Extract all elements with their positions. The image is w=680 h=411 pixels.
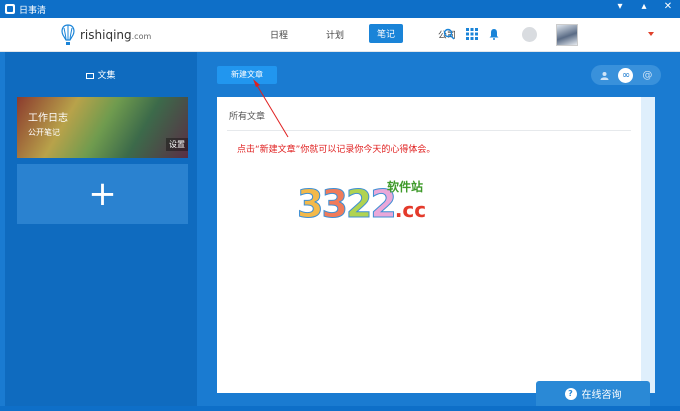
- chevron-down-icon[interactable]: [648, 32, 654, 36]
- balloon-logo-icon: [61, 24, 75, 45]
- window-controls: ▾ ▴ ✕: [614, 1, 674, 12]
- apps-grid-icon[interactable]: [466, 28, 478, 40]
- notebook-visibility: 公开笔记: [28, 128, 60, 137]
- bell-icon[interactable]: [488, 28, 500, 40]
- sidebar-header-label: 文集: [97, 71, 116, 81]
- search-icon[interactable]: [443, 28, 455, 40]
- help-icon: ?: [564, 387, 577, 400]
- app-icon: [5, 4, 15, 14]
- top-navigation: rishiqing.com 日程 计划 笔记 公司: [0, 18, 680, 52]
- nav-link-notes[interactable]: 笔记: [369, 24, 404, 43]
- bottom-bar: [0, 406, 680, 411]
- title-bar: 日事清 ▾ ▴ ✕: [0, 0, 680, 18]
- watermark-digit: 3: [321, 182, 349, 227]
- brand-name: rishiqing.com: [80, 28, 151, 42]
- watermark: 3322.cc 软件站: [296, 180, 427, 227]
- window-title: 日事清: [19, 5, 47, 16]
- plus-icon: +: [88, 174, 117, 214]
- online-consult-button[interactable]: ? 在线咨询: [536, 381, 650, 406]
- minimize-button[interactable]: ▾: [614, 1, 626, 12]
- sidebar: 文集 工作日志 公开笔记 设置 +: [5, 52, 197, 406]
- notebook-title: 工作日志: [28, 113, 68, 124]
- watermark-digit: 3: [296, 182, 324, 227]
- watermark-digits: 3322: [296, 182, 397, 227]
- profile-avatar[interactable]: [556, 24, 578, 46]
- watermark-digit: 2: [345, 182, 373, 227]
- notebook-settings-button[interactable]: 设置: [166, 138, 188, 151]
- logo[interactable]: rishiqing.com: [60, 24, 151, 46]
- nav-link-plan[interactable]: 计划: [326, 28, 344, 41]
- user-avatar-placeholder[interactable]: [522, 27, 537, 42]
- notebook-card[interactable]: 工作日志 公开笔记 设置: [17, 97, 188, 158]
- maximize-button[interactable]: ▴: [638, 1, 650, 12]
- brand-suffix: .com: [131, 32, 152, 41]
- close-button[interactable]: ✕: [662, 1, 674, 12]
- add-notebook-button[interactable]: +: [17, 164, 188, 224]
- nav-link-schedule[interactable]: 日程: [270, 28, 288, 41]
- collection-icon: [86, 72, 95, 79]
- sidebar-header: 文集: [5, 68, 197, 81]
- main-content: 新建文章 ∞ @ 所有文章 点击“新建文章”你就可以记录你今天的心得体会。 33…: [203, 52, 675, 406]
- watermark-text: 软件站: [387, 180, 424, 194]
- brand-text: rishiqing: [80, 28, 132, 42]
- watermark-suffix: .cc: [394, 198, 427, 222]
- annotation-arrow: [253, 79, 289, 138]
- consult-label: 在线咨询: [581, 390, 622, 401]
